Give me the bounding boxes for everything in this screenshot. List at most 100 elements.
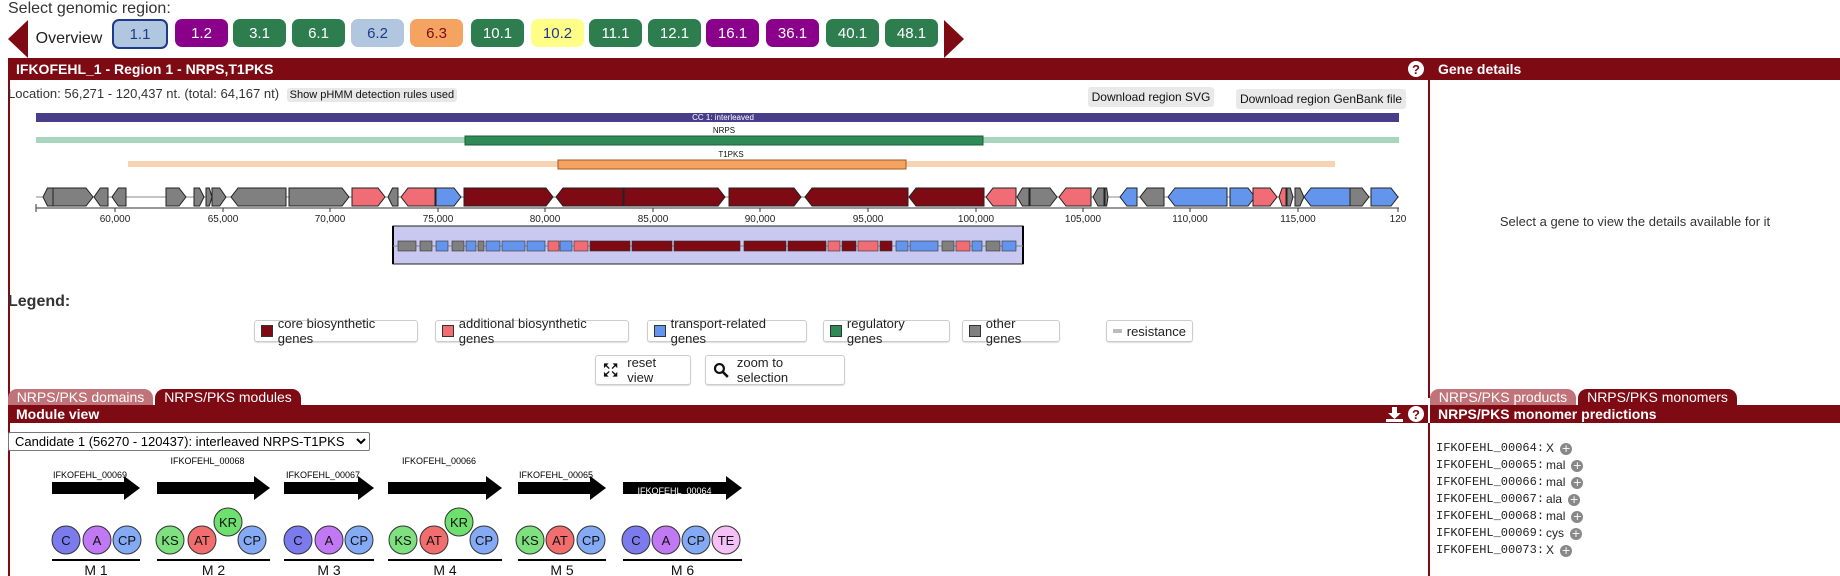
gene-arrow-transport[interactable] (1167, 187, 1228, 207)
zoom-gene-additional[interactable] (573, 240, 589, 252)
help-icon[interactable]: ? (1408, 61, 1424, 77)
region-button[interactable]: 40.1 (826, 19, 879, 47)
gene-arrow-other[interactable] (1104, 187, 1109, 207)
gene-arrow-additional[interactable] (1278, 187, 1287, 207)
zoom-gene-transport[interactable] (909, 240, 939, 252)
expand-plus-icon[interactable]: + (1570, 527, 1583, 540)
legend-transport[interactable]: transport-related genes (647, 316, 807, 346)
candidate-select[interactable]: Candidate 1 (56270 - 120437): interleave… (8, 432, 370, 451)
gene-arrow-other[interactable] (205, 187, 213, 207)
gene-arrow-core[interactable] (463, 187, 554, 207)
gene-arrow-transport[interactable] (1119, 187, 1138, 207)
module-gene-arrow[interactable] (157, 476, 270, 500)
show-phmm-rules-button[interactable]: Show pHMM detection rules used (286, 88, 458, 102)
gene-arrow-core[interactable] (555, 187, 624, 207)
region-button[interactable]: 11.1 (589, 19, 642, 47)
region-button[interactable]: 1.1 (112, 19, 168, 49)
gene-arrow-additional[interactable] (1252, 187, 1278, 207)
zoom-gene-core[interactable] (841, 240, 857, 252)
tab-nrps-pks-modules[interactable]: NRPS/PKS modules (155, 389, 301, 405)
previous-region-arrow[interactable] (8, 20, 28, 58)
next-region-arrow[interactable] (944, 20, 964, 58)
zoom-gene-additional[interactable] (827, 240, 841, 252)
zoom-gene-core[interactable] (631, 240, 673, 252)
gene-arrow-other[interactable] (165, 187, 187, 207)
zoom-gene-other[interactable] (477, 240, 485, 252)
gene-arrow-other[interactable] (42, 187, 54, 207)
zoom-gene-additional[interactable] (547, 240, 560, 252)
nrps-core[interactable] (464, 135, 984, 146)
region-button[interactable]: 6.3 (410, 19, 463, 47)
zoom-gene-additional[interactable] (857, 240, 879, 252)
gene-arrow-other[interactable] (1029, 187, 1058, 207)
download-region-svg-button[interactable]: Download region SVG (1088, 87, 1214, 107)
expand-plus-icon[interactable]: + (1560, 544, 1573, 557)
gene-arrow-other[interactable] (193, 187, 205, 207)
zoom-gene-other[interactable] (985, 240, 1001, 252)
gene-arrow-other[interactable] (1139, 187, 1165, 207)
help-icon[interactable]: ? (1408, 406, 1424, 422)
zoom-gene-core[interactable] (673, 240, 741, 252)
gene-arrow-other[interactable] (387, 187, 399, 207)
gene-arrow-transport[interactable] (1229, 187, 1256, 207)
zoom-gene-transport[interactable] (485, 240, 501, 252)
zoom-gene-other[interactable] (451, 240, 465, 252)
zoom-gene-transport[interactable] (435, 240, 449, 252)
gene-arrow-other[interactable] (52, 187, 94, 207)
zoom-gene-transport[interactable] (895, 240, 909, 252)
module-gene-arrow[interactable] (388, 476, 502, 500)
zoom-gene-core[interactable] (589, 240, 631, 252)
tab-nrps-pks-products[interactable]: NRPS/PKS products (1430, 389, 1576, 405)
download-icon[interactable] (1386, 407, 1403, 422)
gene-arrow-core[interactable] (908, 187, 985, 207)
gene-arrow-additional[interactable] (1058, 187, 1092, 207)
expand-plus-icon[interactable]: + (1560, 442, 1573, 455)
gene-arrow-other[interactable] (211, 187, 227, 207)
gene-arrow-additional[interactable] (351, 187, 386, 207)
zoom-gene-transport[interactable] (559, 240, 573, 252)
gene-arrow-transport[interactable] (1303, 187, 1351, 207)
region-button[interactable]: 1.2 (175, 19, 228, 47)
tab-nrps-pks-monomers[interactable]: NRPS/PKS monomers (1578, 389, 1737, 405)
gene-arrow-additional[interactable] (985, 187, 1017, 207)
legend-regulatory[interactable]: regulatory genes (823, 316, 950, 346)
legend-other[interactable]: other genes (962, 316, 1060, 346)
zoom-gene-transport[interactable] (1001, 240, 1017, 252)
region-button[interactable]: 10.1 (471, 19, 524, 47)
tab-nrps-pks-domains[interactable]: NRPS/PKS domains (8, 389, 153, 405)
region-button[interactable]: 36.1 (766, 19, 819, 47)
zoom-gene-transport[interactable] (465, 240, 477, 252)
region-button[interactable]: 3.1 (233, 19, 286, 47)
gene-arrow-other[interactable] (1092, 187, 1105, 207)
zoom-gene-additional[interactable] (955, 240, 971, 252)
gene-arrow-core[interactable] (623, 187, 726, 207)
zoom-gene-other[interactable] (419, 240, 433, 252)
gene-arrow-other[interactable] (1286, 187, 1294, 207)
gene-arrow-other[interactable] (1016, 187, 1030, 207)
zoom-gene-transport[interactable] (526, 240, 546, 252)
zoom-gene-transport[interactable] (501, 240, 526, 252)
region-button[interactable]: 48.1 (885, 19, 938, 47)
t1pks-core[interactable] (557, 159, 907, 170)
legend-resistance[interactable]: resistance (1106, 320, 1193, 342)
gene-arrow-transport[interactable] (435, 187, 462, 207)
gene-arrow-other[interactable] (93, 187, 109, 207)
gene-arrow-core[interactable] (804, 187, 909, 207)
reset-view-button[interactable]: reset view (595, 355, 691, 385)
expand-plus-icon[interactable]: + (1568, 493, 1581, 506)
zoom-gene-other[interactable] (941, 240, 955, 252)
gene-arrow-additional[interactable] (400, 187, 436, 207)
legend-additional-biosynthetic[interactable]: additional biosynthetic genes (435, 316, 629, 346)
zoom-gene-other[interactable] (397, 240, 417, 252)
gene-arrow-transport[interactable] (1370, 187, 1399, 207)
download-genbank-button[interactable]: Download region GenBank file (1236, 89, 1406, 109)
region-button[interactable]: 16.1 (706, 19, 759, 47)
zoom-to-selection-button[interactable]: zoom to selection (705, 355, 845, 385)
gene-arrow-other[interactable] (230, 187, 287, 207)
region-button[interactable]: 6.1 (292, 19, 345, 47)
gene-arrow-core[interactable] (728, 187, 802, 207)
gene-arrow-other[interactable] (111, 187, 127, 207)
zoom-gene-core[interactable] (879, 240, 893, 252)
region-button[interactable]: 10.2 (531, 19, 584, 47)
gene-arrow-other[interactable] (1349, 187, 1370, 207)
